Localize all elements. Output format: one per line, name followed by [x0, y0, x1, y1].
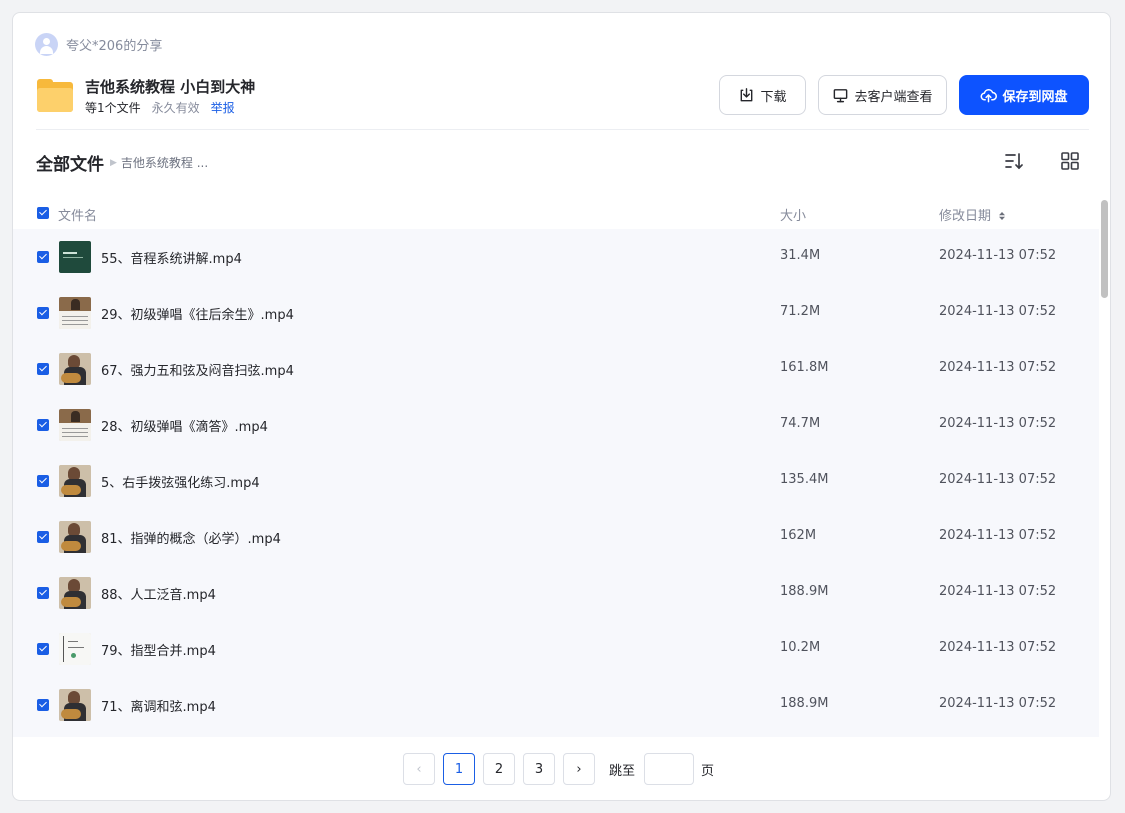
row-checkbox[interactable]: [37, 307, 49, 319]
row-checkbox[interactable]: [37, 475, 49, 487]
video-thumbnail: [59, 353, 91, 385]
open-client-label: 去客户端查看: [854, 89, 933, 105]
row-checkbox[interactable]: [37, 531, 49, 543]
download-label: 下载: [760, 89, 787, 105]
file-date: 2024-11-13 07:52: [939, 472, 1057, 487]
video-thumbnail: [59, 297, 91, 329]
table-row[interactable]: 67、强力五和弦及闷音扫弦.mp4 161.8M 2024-11-13 07:52: [13, 341, 1099, 397]
scrollbar-thumb[interactable]: [1101, 200, 1108, 298]
share-title: 吉他系统教程 小白到大神: [85, 78, 256, 96]
sharer-info: 夸父*206的分享: [35, 32, 162, 56]
jump-page-input[interactable]: [644, 753, 695, 785]
row-checkbox[interactable]: [37, 587, 49, 599]
breadcrumb: 全部文件 ▶ 吉他系统教程 ...: [36, 150, 208, 175]
share-card: 夸父*206的分享 吉他系统教程 小白到大神 等1个文件 永久有效 举报 下载 …: [12, 12, 1111, 801]
file-size: 162M: [780, 528, 817, 543]
table-row[interactable]: 29、初级弹唱《往后余生》.mp4 71.2M 2024-11-13 07:52: [13, 285, 1099, 341]
monitor-icon: [834, 88, 848, 102]
jump-label: 跳至: [609, 763, 636, 779]
header-name: 文件名: [58, 209, 98, 224]
file-date: 2024-11-13 07:52: [939, 584, 1057, 599]
breadcrumb-current: 吉他系统教程 ...: [120, 156, 209, 170]
file-name[interactable]: 71、离调和弦.mp4: [101, 696, 216, 715]
header-date-label: 修改日期: [939, 209, 992, 224]
sort-toggle-icon: [999, 212, 1006, 220]
folder-icon: [37, 79, 73, 112]
report-link[interactable]: 举报: [211, 99, 235, 116]
download-button[interactable]: 下载: [719, 75, 806, 115]
file-size: 135.4M: [780, 472, 829, 487]
row-checkbox[interactable]: [37, 419, 49, 431]
video-thumbnail: [59, 409, 91, 441]
file-list: 55、音程系统讲解.mp4 31.4M 2024-11-13 07:52 29、初级弹…: [13, 229, 1099, 737]
file-name[interactable]: 28、初级弹唱《滴答》.mp4: [101, 416, 268, 435]
row-checkbox[interactable]: [37, 251, 49, 263]
file-date: 2024-11-13 07:52: [939, 304, 1057, 319]
file-count: 等1个文件: [85, 101, 141, 115]
breadcrumb-separator-icon: ▶: [110, 157, 117, 168]
page-button-2[interactable]: 2: [483, 753, 515, 785]
file-size: 74.7M: [780, 416, 821, 431]
video-thumbnail: [59, 465, 91, 497]
video-thumbnail: [59, 241, 91, 273]
share-meta: 等1个文件 永久有效 举报: [85, 99, 235, 116]
file-date: 2024-11-13 07:52: [939, 696, 1057, 711]
validity: 永久有效: [151, 101, 200, 115]
table-row[interactable]: 71、离调和弦.mp4 188.9M 2024-11-13 07:52: [13, 677, 1099, 733]
row-checkbox[interactable]: [37, 699, 49, 711]
download-icon: [741, 87, 753, 101]
table-row[interactable]: 55、音程系统讲解.mp4 31.4M 2024-11-13 07:52: [13, 229, 1099, 285]
save-to-drive-button[interactable]: 保存到网盘: [959, 75, 1089, 115]
video-thumbnail: [59, 689, 91, 721]
video-thumbnail: [59, 633, 91, 665]
page-button-1[interactable]: 1: [443, 753, 475, 785]
file-date: 2024-11-13 07:52: [939, 248, 1057, 263]
table-header: 文件名 大小 修改日期: [13, 201, 1099, 229]
file-name[interactable]: 79、指型合并.mp4: [101, 640, 216, 659]
table-row[interactable]: 79、指型合并.mp4 10.2M 2024-11-13 07:52: [13, 621, 1099, 677]
video-thumbnail: [59, 521, 91, 553]
page-button-3[interactable]: 3: [523, 753, 555, 785]
file-name[interactable]: 81、指弹的概念（必学）.mp4: [101, 528, 281, 547]
file-date: 2024-11-13 07:52: [939, 640, 1057, 655]
grid-view-icon[interactable]: [1059, 150, 1081, 172]
video-thumbnail: [59, 577, 91, 609]
avatar: [35, 32, 58, 56]
table-row[interactable]: 88、人工泛音.mp4 188.9M 2024-11-13 07:52: [13, 565, 1099, 621]
header-size: 大小: [780, 209, 807, 224]
row-checkbox[interactable]: [37, 363, 49, 375]
file-name[interactable]: 5、右手拨弦强化练习.mp4: [101, 472, 260, 491]
cloud-upload-icon: [981, 88, 998, 102]
select-all-checkbox[interactable]: [37, 207, 49, 219]
sort-icon[interactable]: [1003, 150, 1025, 172]
table-row[interactable]: 28、初级弹唱《滴答》.mp4 74.7M 2024-11-13 07:52: [13, 397, 1099, 453]
file-date: 2024-11-13 07:52: [939, 528, 1057, 543]
header-date[interactable]: 修改日期: [939, 205, 1006, 224]
file-size: 10.2M: [780, 640, 821, 655]
file-size: 161.8M: [780, 360, 829, 375]
file-size: 31.4M: [780, 248, 821, 263]
file-size: 188.9M: [780, 584, 829, 599]
file-name[interactable]: 67、强力五和弦及闷音扫弦.mp4: [101, 360, 294, 379]
table-row[interactable]: 5、右手拨弦强化练习.mp4 135.4M 2024-11-13 07:52: [13, 453, 1099, 509]
file-date: 2024-11-13 07:52: [939, 416, 1057, 431]
file-name[interactable]: 55、音程系统讲解.mp4: [101, 248, 242, 267]
file-name[interactable]: 29、初级弹唱《往后余生》.mp4: [101, 304, 294, 323]
pagination: ‹ 1 2 3 › 跳至 页: [403, 753, 714, 785]
file-size: 71.2M: [780, 304, 821, 319]
prev-page-button[interactable]: ‹: [403, 753, 435, 785]
page-label: 页: [701, 763, 715, 779]
open-client-button[interactable]: 去客户端查看: [818, 75, 947, 115]
file-size: 188.9M: [780, 696, 829, 711]
table-row[interactable]: 81、指弹的概念（必学）.mp4 162M 2024-11-13 07:52: [13, 509, 1099, 565]
next-page-button[interactable]: ›: [563, 753, 595, 785]
file-name[interactable]: 88、人工泛音.mp4: [101, 584, 216, 603]
sharer-name: 夸父*206的分享: [66, 38, 163, 54]
file-date: 2024-11-13 07:52: [939, 360, 1057, 375]
row-checkbox[interactable]: [37, 643, 49, 655]
header-divider: [36, 129, 1089, 130]
breadcrumb-root[interactable]: 全部文件: [36, 150, 104, 175]
save-label: 保存到网盘: [1002, 89, 1068, 105]
